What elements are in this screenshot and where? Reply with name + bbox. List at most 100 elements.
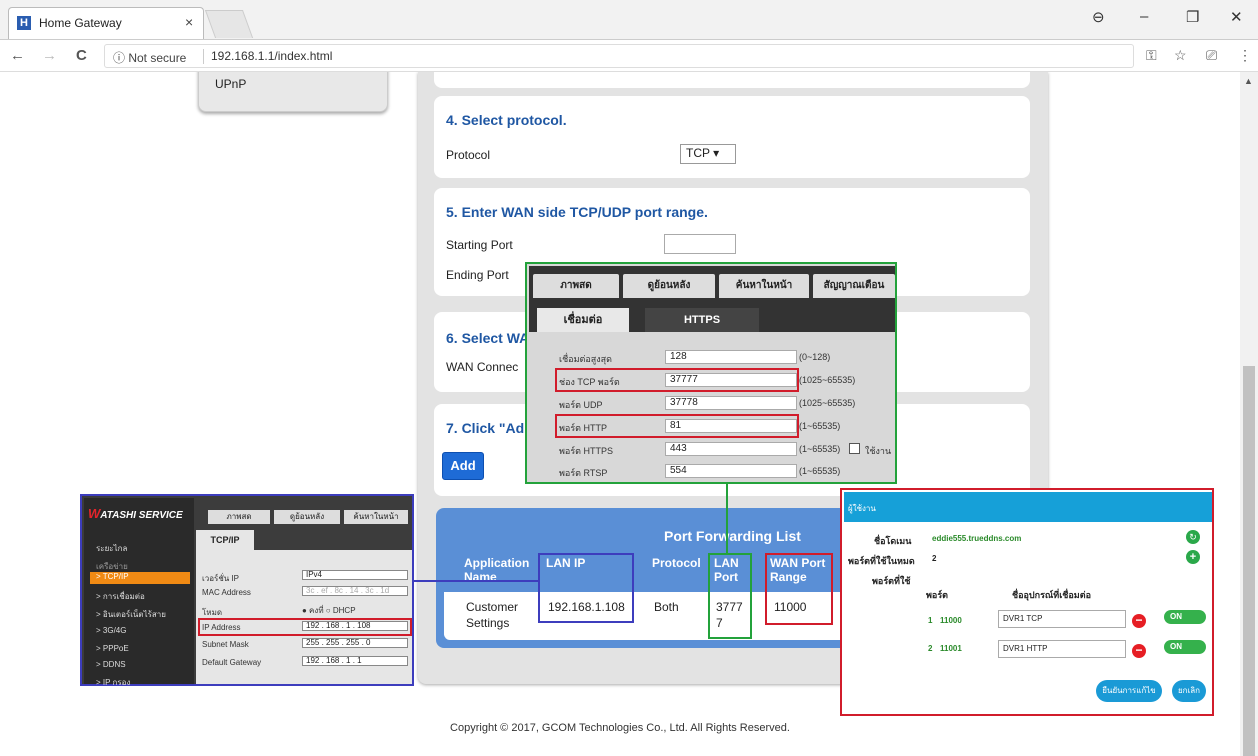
ddns-header: ผู้ใช้งาน [844, 492, 1212, 522]
port-row-port: 11001 [940, 644, 962, 653]
dvr-subtab-bar: เชื่อมต่อ HTTPS [529, 298, 895, 332]
scroll-up-icon[interactable]: ▲ [1244, 76, 1253, 86]
watashi-menu-item[interactable]: > PPPoE [96, 644, 129, 653]
dvr-settings-overlay: ภาพสด ดูย้อนหลัง ค้นหาในหน้า สัญญาณเตือน… [525, 262, 897, 484]
sidebar-item-upnp[interactable]: UPnP [215, 77, 246, 91]
dvr-field-range: (1025~65535) [799, 398, 856, 408]
protocol-section: 4. Select protocol. Protocol TCP ▾ [434, 96, 1030, 178]
refresh-icon[interactable]: ↻ [1186, 530, 1200, 544]
watashi-sidebar: WATASHI SERVICE ระยะไกล เครือข่าย > TCP/… [84, 498, 194, 687]
list-title: Port Forwarding List [664, 528, 801, 544]
watashi-menu-item[interactable]: > อินเตอร์เน็ตไร้สาย [96, 608, 166, 621]
https-enable-checkbox[interactable] [849, 443, 860, 454]
remove-port-icon[interactable]: − [1132, 614, 1146, 628]
watashi-menu-item[interactable]: > การเชื่อมต่อ [96, 590, 145, 603]
dvr-tab[interactable]: ค้นหาในหน้า [719, 274, 809, 298]
scrollbar-thumb[interactable] [1243, 366, 1255, 756]
app-name-cell: Customer [466, 600, 519, 614]
watashi-menu-item[interactable]: > 3G/4G [96, 626, 126, 635]
port-toggle[interactable]: ON [1164, 640, 1206, 654]
dvr-tab-bar: ภาพสด ดูย้อนหลัง ค้นหาในหน้า สัญญาณเตือน [529, 266, 895, 298]
cast-icon[interactable]: ⎚ [1206, 47, 1217, 64]
copyright-text: Copyright © 2017, GCOM Technologies Co.,… [450, 722, 790, 734]
section-title: 6. Select WA [446, 330, 530, 346]
tab-close-icon[interactable]: × [185, 14, 193, 30]
ports-label: พอร์ตที่ใช้ในหมด [848, 556, 915, 566]
key-icon[interactable]: ⚿ [1146, 47, 1157, 64]
dvr-field-value[interactable]: 443 [665, 442, 797, 456]
watashi-settings-overlay: WATASHI SERVICE ระยะไกล เครือข่าย > TCP/… [80, 494, 414, 687]
dvr-field-range: (1025~65535) [799, 375, 856, 385]
section-title: 4. Select protocol. [446, 112, 567, 128]
cancel-button[interactable]: ยกเลิก [1172, 680, 1206, 702]
tcp-port-highlight [555, 368, 799, 392]
http-port-highlight [555, 414, 799, 438]
domain-value[interactable]: eddie555.trueddns.com [932, 534, 1021, 543]
section-title: 7. Click "Ad [446, 420, 525, 436]
watashi-menu-item[interactable]: > DDNS [96, 660, 126, 669]
security-indicator[interactable]: ⓘ Not secure [113, 49, 186, 66]
watashi-field-value[interactable]: 192 . 168 . 1 . 1 [302, 656, 408, 666]
ip-address-highlight [198, 618, 412, 636]
new-tab-button[interactable] [204, 10, 254, 38]
device-name-input[interactable]: DVR1 HTTP [998, 640, 1126, 658]
protocol-select[interactable]: TCP ▾ [680, 144, 736, 164]
star-icon[interactable]: ☆ [1174, 47, 1187, 64]
reload-icon[interactable]: C [76, 47, 87, 64]
dvr-field-value[interactable]: 37778 [665, 396, 797, 410]
usable-ports-label: พอร์ตที่ใช้ [872, 576, 911, 586]
watashi-field-value[interactable]: IPv4 [302, 570, 408, 580]
url-text[interactable]: 192.168.1.1/index.html [211, 49, 332, 63]
starting-port-input[interactable] [664, 234, 736, 254]
dvr-field-range: (0~128) [799, 352, 831, 362]
watashi-menu-item[interactable]: ระยะไกล [96, 542, 127, 555]
watashi-tab[interactable]: ดูย้อนหลัง [274, 510, 340, 524]
wan-connection-label: WAN Connec [446, 360, 519, 374]
ddns-header-title: ผู้ใช้งาน [848, 504, 876, 513]
protocol-label: Protocol [446, 148, 491, 162]
minimize-button[interactable]: – [1140, 8, 1148, 25]
account-icon[interactable]: ⊖ [1092, 8, 1105, 26]
add-button[interactable]: Add [442, 452, 484, 480]
dvr-field-label: พอร์ต UDP [559, 400, 603, 410]
dvr-tab[interactable]: ภาพสด [533, 274, 619, 298]
divider [203, 49, 204, 64]
dvr-subtab[interactable]: เชื่อมต่อ [537, 308, 629, 332]
browser-tab[interactable]: H Home Gateway × [8, 7, 204, 39]
maximize-button[interactable]: ❐ [1186, 8, 1199, 26]
watashi-menu-item-active[interactable]: > TCP/IP [90, 572, 190, 584]
watashi-subtab[interactable]: TCP/IP [196, 530, 254, 550]
ending-port-label: Ending Port [446, 268, 509, 282]
dvr-field-range: (1~65535) [799, 466, 841, 476]
dvr-field-value[interactable]: 554 [665, 464, 797, 478]
close-window-button[interactable]: ✕ [1230, 8, 1243, 26]
watashi-menu-item[interactable]: > IP กรอง [96, 676, 130, 689]
dvr-tab[interactable]: สัญญาณเตือน [813, 274, 895, 298]
back-icon[interactable]: ← [10, 47, 25, 64]
watashi-mode-radio[interactable]: ● คงที่ ○ DHCP [302, 604, 356, 617]
port-toggle[interactable]: ON [1164, 610, 1206, 624]
dvr-field-value[interactable]: 128 [665, 350, 797, 364]
section-card [434, 72, 1030, 88]
tab-title: Home Gateway [39, 16, 122, 30]
menu-icon[interactable]: ⋮ [1238, 47, 1252, 64]
section-title: 5. Enter WAN side TCP/UDP port range. [446, 204, 708, 220]
dvr-tab[interactable]: ดูย้อนหลัง [623, 274, 715, 298]
address-bar-row: ← → C ⓘ Not secure 192.168.1.1/index.htm… [0, 40, 1258, 72]
column-header: Protocol [652, 556, 701, 570]
wan-range-highlight [765, 553, 833, 625]
remove-port-icon[interactable]: − [1132, 644, 1146, 658]
forward-icon[interactable]: → [42, 47, 57, 64]
address-bar[interactable]: ⓘ Not secure 192.168.1.1/index.html [104, 44, 1134, 68]
watashi-tab[interactable]: ค้นหาในหน้า [344, 510, 408, 524]
ports-value: 2 [932, 554, 937, 563]
watashi-field-value[interactable]: 255 . 255 . 255 . 0 [302, 638, 408, 648]
dvr-field-range: (1~65535) [799, 444, 841, 454]
add-port-icon[interactable]: + [1186, 550, 1200, 564]
confirm-button[interactable]: ยืนยันการแก้ไข [1096, 680, 1162, 702]
watashi-logo: WATASHI SERVICE [88, 506, 183, 521]
device-name-input[interactable]: DVR1 TCP [998, 610, 1126, 628]
watashi-tab[interactable]: ภาพสด [208, 510, 270, 524]
device-column-header: ชื่ออุปกรณ์ที่เชื่อมต่อ [1012, 590, 1091, 600]
dvr-subtab[interactable]: HTTPS [645, 308, 759, 332]
